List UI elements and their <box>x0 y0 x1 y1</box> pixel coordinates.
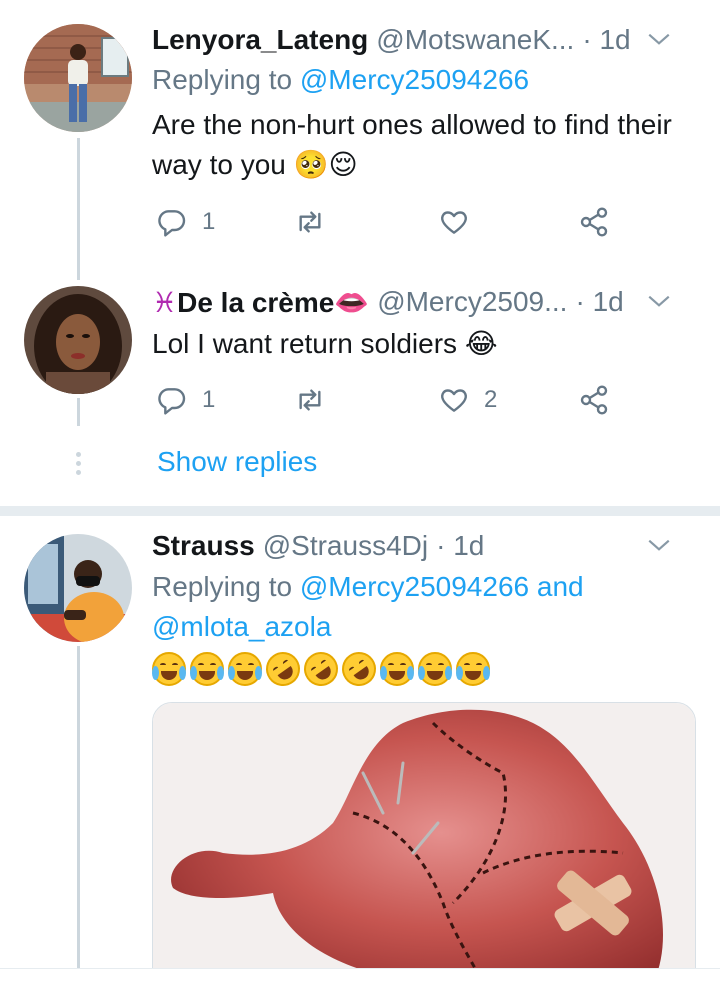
rofl-emoji <box>335 645 383 693</box>
replying-to-label: Replying to <box>152 64 293 95</box>
tweet-text: Are the non-hurt ones allowed to find th… <box>152 109 672 180</box>
share-icon <box>580 207 608 237</box>
stitched-heart-image <box>153 703 695 981</box>
like-button[interactable] <box>438 202 484 242</box>
mention-link[interactable]: @mlota_azola <box>152 611 331 642</box>
avatar[interactable] <box>24 534 132 642</box>
share-icon <box>580 385 608 415</box>
tweet-2[interactable]: ♓De la crème👄 @Mercy2509... · 1d Lol I w… <box>0 280 720 506</box>
display-name[interactable]: Strauss <box>152 530 255 562</box>
retweet-icon <box>299 389 321 411</box>
pisces-symbol: ♓ <box>152 286 178 318</box>
thread-line <box>77 646 80 982</box>
heart-icon <box>440 211 468 234</box>
tears-of-joy-emoji <box>380 652 414 686</box>
avatar-photo <box>24 24 132 132</box>
retweet-button[interactable] <box>294 380 340 420</box>
reply-icon <box>158 388 186 415</box>
heart-icon <box>440 389 468 412</box>
timestamp[interactable]: · 1d <box>575 286 623 318</box>
reply-icon <box>158 210 186 237</box>
replying-to: Replying to @Mercy25094266 and @mlota_az… <box>152 567 584 647</box>
chevron-down-icon[interactable] <box>646 288 672 314</box>
timestamp[interactable]: · 1d <box>436 530 484 562</box>
avatar-photo <box>24 534 132 642</box>
avatar[interactable] <box>24 24 132 132</box>
chevron-down-icon[interactable] <box>646 532 672 558</box>
tweet-header: ♓De la crème👄 @Mercy2509... · 1d <box>152 284 700 320</box>
tears-of-joy-emoji <box>456 652 490 686</box>
reply-count: 1 <box>202 386 216 413</box>
share-button[interactable] <box>578 202 610 242</box>
tweet-1[interactable]: Lenyora_Lateng @MotswaneK... · 1d Replyi… <box>0 0 720 280</box>
avatar-photo <box>24 286 132 394</box>
thread-line <box>77 138 80 280</box>
like-button[interactable]: 2 <box>438 380 497 420</box>
display-name[interactable]: ♓De la crème👄 <box>152 286 369 319</box>
show-replies-link[interactable]: Show replies <box>157 446 317 478</box>
bottom-divider <box>0 968 720 982</box>
reply-button[interactable]: 1 <box>156 202 215 242</box>
display-name-text: De la crème👄 <box>177 286 370 318</box>
tears-of-joy-emoji <box>418 652 452 686</box>
tweet-emoji-text <box>152 645 490 693</box>
retweet-button[interactable] <box>294 202 340 242</box>
mention-link[interactable]: @Mercy25094266 and <box>300 571 584 602</box>
reply-count: 1 <box>202 208 216 235</box>
loudly-crying-emoji <box>190 652 224 686</box>
reply-button[interactable]: 1 <box>156 380 215 420</box>
user-handle[interactable]: @MotswaneK... <box>376 24 574 56</box>
avatar[interactable] <box>24 286 132 394</box>
rofl-emoji <box>259 645 307 693</box>
timestamp[interactable]: · 1d <box>582 24 630 56</box>
action-bar: 1 2 <box>152 380 622 420</box>
rofl-emoji <box>297 645 345 693</box>
tweet-text: Lol I want return soldiers 😂 <box>152 328 498 359</box>
loudly-crying-emoji <box>228 652 262 686</box>
share-button[interactable] <box>578 380 610 420</box>
tweet-header: Strauss @Strauss4Dj · 1d <box>152 528 700 564</box>
replying-to: Replying to @Mercy25094266 <box>152 60 529 100</box>
display-name[interactable]: Lenyora_Lateng <box>152 24 368 56</box>
tweet-header: Lenyora_Lateng @MotswaneK... · 1d <box>152 22 700 58</box>
mention-link[interactable]: @Mercy25094266 <box>300 64 529 95</box>
action-bar: 1 <box>152 202 622 242</box>
user-handle[interactable]: @Strauss4Dj <box>263 530 428 562</box>
tweet-media-image[interactable] <box>152 702 696 982</box>
user-handle[interactable]: @Mercy2509... <box>377 286 567 318</box>
thread-gap-dots <box>74 452 82 479</box>
retweet-icon <box>299 211 321 233</box>
loudly-crying-emoji <box>152 652 186 686</box>
section-separator <box>0 506 720 516</box>
chevron-down-icon[interactable] <box>646 26 672 52</box>
like-count: 2 <box>484 386 498 413</box>
replying-to-label: Replying to <box>152 571 293 602</box>
thread-line <box>77 398 80 426</box>
